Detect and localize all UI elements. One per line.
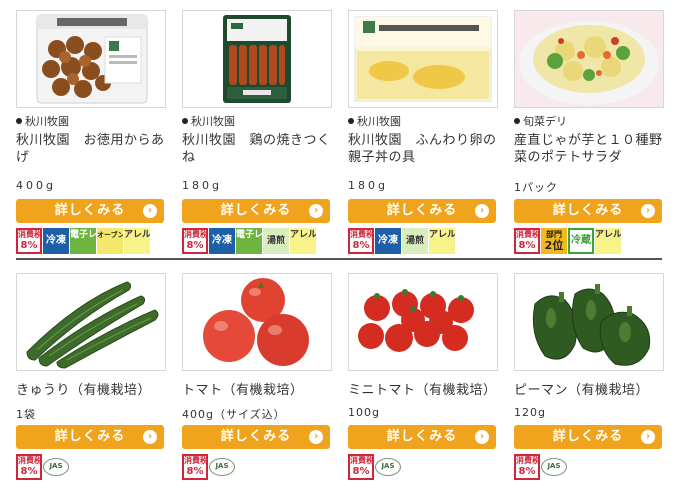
product-name[interactable]: 秋川牧園 お徳用からあげ — [16, 132, 168, 166]
boil-in-bag-badge: 湯煎 — [263, 228, 289, 254]
brand-label: 秋川牧園 — [182, 113, 235, 129]
organic-jas-icon: JAS — [541, 458, 567, 476]
brand-label: 旬菜デリ — [514, 113, 567, 129]
product-image-karaage[interactable] — [16, 10, 166, 108]
brand-label: 秋川牧園 — [348, 113, 401, 129]
bullet-icon — [514, 118, 520, 124]
product-quantity: 1袋 — [16, 408, 36, 421]
organic-jas-icon: JAS — [375, 458, 401, 476]
product-name[interactable]: ミニトマト（有機栽培） — [348, 382, 500, 399]
chevron-right-icon: › — [309, 204, 323, 218]
product-quantity: 400g — [16, 179, 56, 192]
frozen-badge: 冷凍 — [375, 228, 401, 254]
details-button[interactable]: 詳しくみる › — [514, 199, 662, 223]
product-quantity: 100g — [348, 406, 380, 419]
brand-text: 秋川牧園 — [25, 115, 69, 128]
product-name[interactable]: トマト（有機栽培） — [182, 382, 334, 399]
details-button[interactable]: 詳しくみる › — [348, 199, 496, 223]
tax-8-badge: 消費税 8% — [514, 454, 540, 480]
badge-list: 消費税 8% JAS — [514, 454, 568, 480]
brand-text: 秋川牧園 — [357, 115, 401, 128]
product-name[interactable]: きゅうり（有機栽培） — [16, 382, 168, 399]
allergen-badge[interactable]: アレルゲン — [429, 228, 455, 254]
product-image-green-pepper[interactable] — [514, 273, 664, 371]
details-button-label: 詳しくみる — [54, 203, 126, 218]
organic-jas-icon: JAS — [209, 458, 235, 476]
badge-list: 消費税8%部門2位冷蔵アレルゲン — [514, 228, 622, 254]
microwave-badge: 電子レンジ — [70, 228, 96, 254]
chevron-right-icon: › — [641, 430, 655, 444]
bullet-icon — [16, 118, 22, 124]
boil-in-bag-badge: 湯煎 — [402, 228, 428, 254]
product-image-cucumber[interactable] — [16, 273, 166, 371]
category-rank-badge: 部門 2位 — [541, 228, 567, 254]
bullet-icon — [348, 118, 354, 124]
brand-label: 秋川牧園 — [16, 113, 69, 129]
chilled-badge: 冷蔵 — [568, 228, 594, 254]
chevron-right-icon: › — [475, 204, 489, 218]
details-button[interactable]: 詳しくみる › — [182, 425, 330, 449]
product-name[interactable]: 秋川牧園 ふんわり卵の親子丼の具 — [348, 132, 500, 166]
details-button[interactable]: 詳しくみる › — [16, 425, 164, 449]
details-button-label: 詳しくみる — [220, 429, 292, 444]
product-image-oyakodon[interactable] — [348, 10, 498, 108]
product-quantity: 120g — [514, 406, 546, 419]
badge-list: 消費税 8% JAS — [182, 454, 236, 480]
tax-8-badge: 消費税 8% — [514, 228, 540, 254]
product-name[interactable]: 秋川牧園 鶏の焼きつくね — [182, 132, 334, 166]
allergen-badge[interactable]: アレルゲン — [595, 228, 621, 254]
details-button-label: 詳しくみる — [54, 429, 126, 444]
badge-list: 消費税8%冷凍電子レンジオーブントースターアレルゲン — [16, 228, 151, 254]
details-button[interactable]: 詳しくみる › — [16, 199, 164, 223]
frozen-badge: 冷凍 — [43, 228, 69, 254]
product-image-tsukune[interactable] — [182, 10, 332, 108]
details-button[interactable]: 詳しくみる › — [182, 199, 330, 223]
tax-8-badge: 消費税 8% — [16, 228, 42, 254]
brand-text: 旬菜デリ — [523, 115, 567, 128]
tax-8-badge: 消費税 8% — [182, 454, 208, 480]
bullet-icon — [182, 118, 188, 124]
details-button-label: 詳しくみる — [386, 203, 458, 218]
chevron-right-icon: › — [309, 430, 323, 444]
chevron-right-icon: › — [641, 204, 655, 218]
product-name[interactable]: ピーマン（有機栽培） — [514, 382, 666, 399]
badge-list: 消費税8%冷凍湯煎アレルゲン — [348, 228, 456, 254]
product-quantity: 180g — [182, 179, 222, 192]
frozen-badge: 冷凍 — [209, 228, 235, 254]
product-image-mini-tomato[interactable] — [348, 273, 498, 371]
brand-text: 秋川牧園 — [191, 115, 235, 128]
details-button-label: 詳しくみる — [552, 429, 624, 444]
allergen-badge[interactable]: アレルゲン — [124, 228, 150, 254]
details-button[interactable]: 詳しくみる › — [514, 425, 662, 449]
tax-8-badge: 消費税 8% — [348, 228, 374, 254]
details-button-label: 詳しくみる — [220, 203, 292, 218]
allergen-badge[interactable]: アレルゲン — [290, 228, 316, 254]
chevron-right-icon: › — [475, 430, 489, 444]
product-quantity: 180g — [348, 179, 388, 192]
tax-8-badge: 消費税 8% — [182, 228, 208, 254]
details-button[interactable]: 詳しくみる › — [348, 425, 496, 449]
details-button-label: 詳しくみる — [386, 429, 458, 444]
oven-toaster-badge: オーブントースター — [97, 228, 123, 254]
organic-jas-icon: JAS — [43, 458, 69, 476]
microwave-badge: 電子レンジ — [236, 228, 262, 254]
product-image-tomato[interactable] — [182, 273, 332, 371]
product-quantity: 1パック — [514, 181, 558, 194]
details-button-label: 詳しくみる — [552, 203, 624, 218]
chevron-right-icon: › — [143, 204, 157, 218]
product-quantity: 400g（サイズ込） — [182, 408, 286, 421]
product-image-potato-salad[interactable] — [514, 10, 664, 108]
tax-8-badge: 消費税 8% — [16, 454, 42, 480]
badge-list: 消費税 8% JAS — [16, 454, 70, 480]
chevron-right-icon: › — [143, 430, 157, 444]
badge-list: 消費税 8% JAS — [348, 454, 402, 480]
badge-list: 消費税8%冷凍電子レンジ湯煎アレルゲン — [182, 228, 317, 254]
tax-8-badge: 消費税 8% — [348, 454, 374, 480]
section-divider — [16, 258, 662, 260]
product-name[interactable]: 産直じゃが芋と１０種野菜のポテトサラダ — [514, 132, 666, 166]
